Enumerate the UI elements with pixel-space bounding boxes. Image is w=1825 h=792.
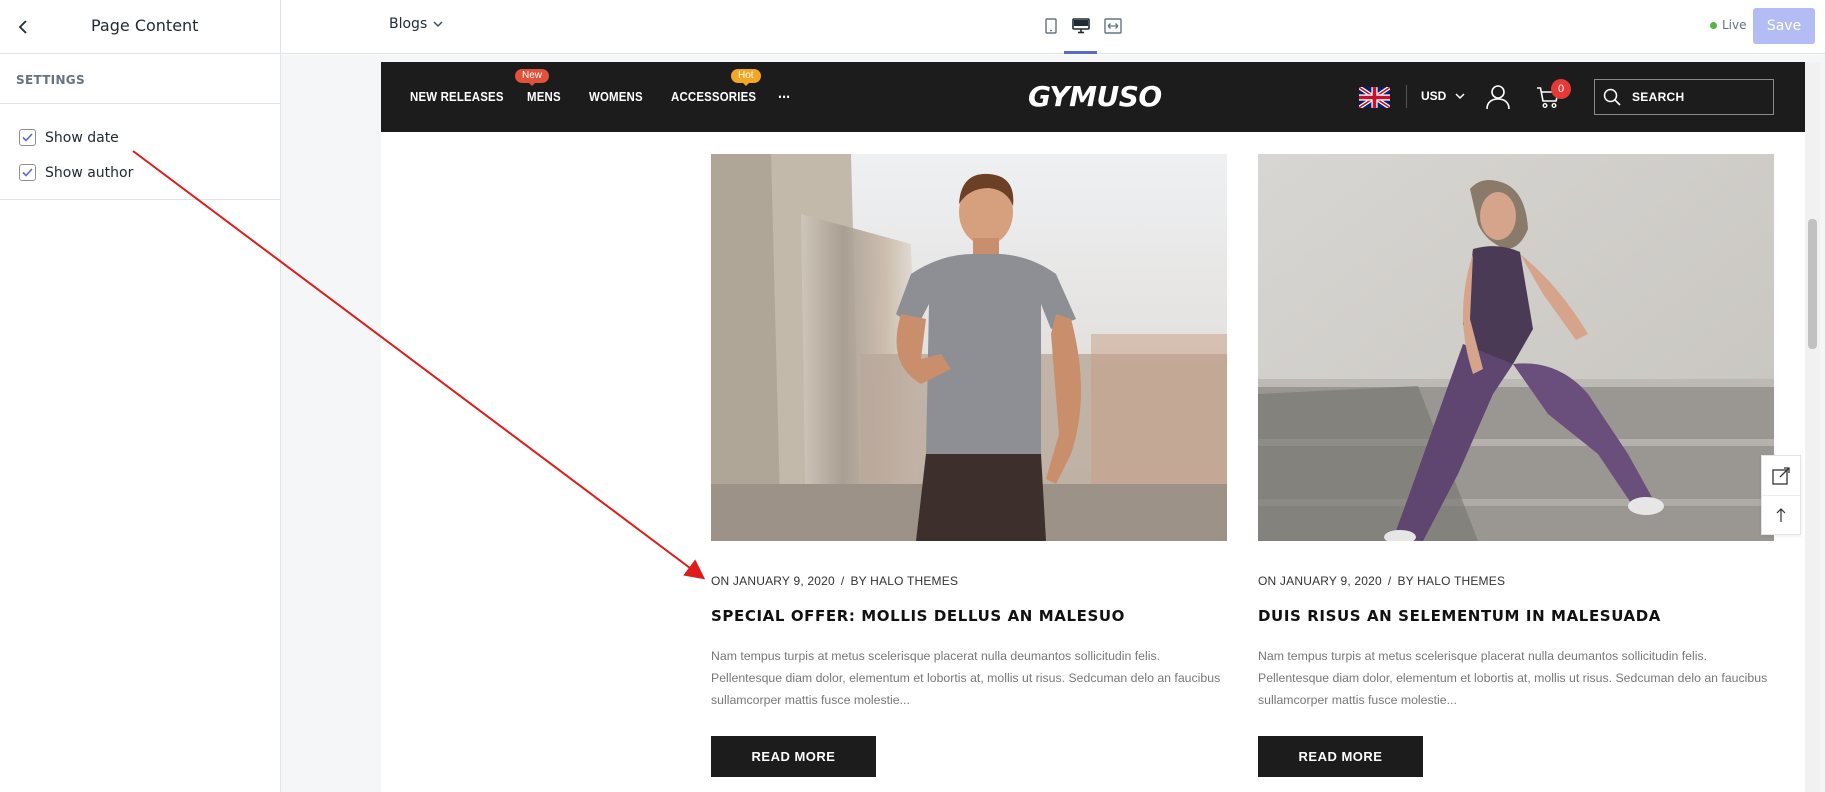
floating-tools	[1761, 455, 1801, 535]
post-excerpt: Nam tempus turpis at metus scelerisque p…	[1258, 649, 1768, 707]
sidebar-header: Page Content	[0, 0, 280, 54]
store-logo[interactable]: GYMUSO	[1028, 80, 1162, 113]
post-meta: ON JANUARY 9, 2020 / BY HALO THEMES	[711, 574, 958, 588]
nav-badge-new: New	[515, 69, 550, 86]
chevron-down-icon	[433, 20, 443, 27]
show-author-label: Show author	[45, 164, 134, 181]
nav-badge-hot: Hot	[731, 69, 761, 86]
compare-button[interactable]	[1762, 456, 1800, 495]
live-dot-icon	[1710, 21, 1717, 29]
nav-womens[interactable]: WOMENS	[589, 89, 643, 104]
chevron-down-icon	[1455, 92, 1465, 99]
nav-mens[interactable]: MENS	[527, 89, 561, 104]
post-date: ON JANUARY 9, 2020	[711, 574, 835, 588]
page-selector-label: Blogs	[389, 16, 428, 32]
live-status: Live	[1710, 18, 1747, 32]
post-title[interactable]: DUIS RISUS AN SELEMENTUM IN MALESUADA	[1258, 607, 1661, 625]
nav-new-releases[interactable]: NEW RELEASES	[410, 89, 504, 104]
fullscreen-view-button[interactable]	[1101, 14, 1125, 38]
checkmark-icon	[22, 133, 33, 142]
resize-icon	[1772, 466, 1790, 485]
show-author-option[interactable]: Show author	[0, 155, 280, 190]
desktop-view-button[interactable]	[1069, 14, 1093, 38]
blog-image-sitting-woman[interactable]	[1258, 154, 1774, 541]
uk-flag-icon[interactable]	[1359, 87, 1390, 108]
settings-sidebar: Page Content SETTINGS Show date Show aut…	[0, 0, 281, 792]
sidebar-title: Page Content	[91, 16, 199, 35]
checkmark-icon	[22, 168, 33, 177]
show-date-option[interactable]: Show date	[0, 120, 280, 155]
storefront-preview: NEW RELEASES New MENS WOMENS Hot ACCESSO…	[381, 62, 1815, 792]
settings-options: Show date Show author	[0, 104, 280, 200]
search-icon	[1603, 88, 1621, 106]
currency-label: USD	[1421, 89, 1447, 103]
search-placeholder: SEARCH	[1632, 90, 1685, 104]
blog-card: ON JANUARY 9, 2020 / BY HALO THEMES DUIS R…	[1258, 154, 1774, 777]
post-title[interactable]: SPECIAL OFFER: MOLLIS DELLUS AN MALESUO	[711, 607, 1125, 625]
show-date-label: Show date	[45, 129, 119, 146]
show-date-checkbox[interactable]	[19, 129, 36, 146]
scrollbar-thumb[interactable]	[1808, 219, 1817, 349]
preview-canvas: NEW RELEASES New MENS WOMENS Hot ACCESSO…	[281, 55, 1825, 792]
scroll-top-button[interactable]	[1762, 495, 1800, 534]
running-man-photo	[711, 154, 1227, 541]
blog-image-running-man[interactable]	[711, 154, 1227, 541]
active-view-indicator	[1064, 51, 1097, 54]
read-more-button[interactable]: READ MORE	[711, 736, 876, 777]
desktop-icon	[1072, 18, 1090, 34]
meta-separator: /	[1387, 574, 1392, 588]
nav-accessories[interactable]: ACCESSORIES	[671, 89, 756, 104]
back-button[interactable]	[12, 15, 36, 39]
read-more-button[interactable]: READ MORE	[1258, 736, 1423, 777]
nav-more[interactable]: ...	[778, 85, 790, 103]
arrow-up-icon	[1776, 508, 1786, 522]
blog-card: ON JANUARY 9, 2020 / BY HALO THEMES SPECIA…	[711, 154, 1227, 777]
meta-separator: /	[840, 574, 845, 588]
user-icon[interactable]	[1485, 84, 1511, 110]
post-author: BY HALO THEMES	[850, 574, 959, 588]
settings-section-label: SETTINGS	[0, 54, 280, 104]
sitting-woman-photo	[1258, 154, 1774, 541]
expand-horizontal-icon	[1104, 18, 1122, 34]
live-label: Live	[1722, 18, 1747, 32]
post-date: ON JANUARY 9, 2020	[1258, 574, 1382, 588]
post-excerpt: Nam tempus turpis at metus scelerisque p…	[711, 649, 1221, 707]
preview-scrollbar[interactable]	[1805, 62, 1820, 792]
currency-selector[interactable]: USD	[1421, 89, 1465, 103]
post-author: BY HALO THEMES	[1397, 574, 1506, 588]
store-navigation: NEW RELEASES New MENS WOMENS Hot ACCESSO…	[381, 62, 1815, 132]
nav-divider	[1406, 85, 1407, 108]
show-author-checkbox[interactable]	[19, 164, 36, 181]
cart-count-badge: 0	[1551, 79, 1571, 99]
mobile-icon	[1045, 18, 1057, 34]
page-selector[interactable]: Blogs	[389, 16, 443, 32]
chevron-left-icon	[18, 20, 27, 34]
editor-toolbar: Blogs Live Save	[281, 0, 1825, 54]
mobile-view-button[interactable]	[1039, 14, 1063, 38]
store-search-input[interactable]: SEARCH	[1594, 79, 1774, 115]
post-meta: ON JANUARY 9, 2020 / BY HALO THEMES	[1258, 574, 1505, 588]
save-button[interactable]: Save	[1753, 8, 1815, 44]
